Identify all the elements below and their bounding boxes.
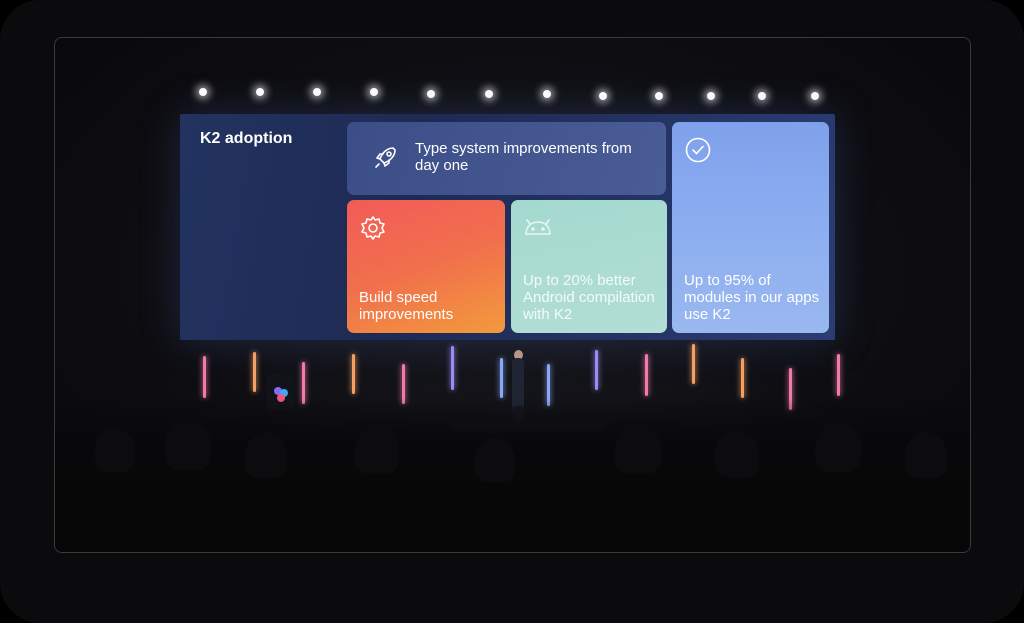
audience-head [815,422,861,472]
neon-bar [352,354,355,394]
card-android-text: Up to 20% better Android compilation wit… [523,272,655,323]
audience-head [95,428,135,472]
ceiling-light [707,92,715,100]
ceiling-light [370,88,378,96]
neon-bar [692,344,695,384]
gear-icon [359,214,387,247]
ceiling-light [655,92,663,100]
audience-head [715,430,759,478]
checkmark-circle-icon [684,136,712,169]
neon-bar [741,358,744,398]
audience [55,398,970,552]
card-android-compilation: Up to 20% better Android compilation wit… [511,200,667,333]
card-type-system: Type system improvements from day one [347,122,666,195]
neon-bar [500,358,503,398]
ceiling-light [485,90,493,98]
neon-bar [595,350,598,390]
audience-head [905,432,947,478]
android-icon [523,218,553,241]
ceiling-light [256,88,264,96]
neon-bar [837,354,840,396]
card-type-system-text: Type system improvements from day one [415,140,632,174]
audience-head [475,438,515,482]
ceiling-light [543,90,551,98]
audience-head [355,426,399,474]
projection-screen: K2 adoption Type system improvements fro… [180,114,835,340]
neon-bar [451,346,454,390]
card-build-speed-text: Build speed improvements [359,289,454,323]
photo-background: K2 adoption Type system improvements fro… [0,0,1024,623]
card-modules-k2: Up to 95% of modules in our apps use K2 [672,122,829,333]
neon-bar [645,354,648,396]
neon-bar [253,352,256,392]
rocket-icon [373,144,399,175]
audience-head [615,424,661,474]
ceiling-light [427,90,435,98]
ceiling-light [758,92,766,100]
ceiling-light [313,88,321,96]
ceiling-light [199,88,207,96]
ceiling-light [811,92,819,100]
photo-frame: K2 adoption Type system improvements fro… [54,37,971,553]
ceiling-light [599,92,607,100]
neon-bar [203,356,206,398]
audience-head [245,432,287,478]
card-modules-text: Up to 95% of modules in our apps use K2 [684,272,820,323]
slide-title: K2 adoption [200,130,293,147]
audience-head [165,420,211,470]
card-build-speed: Build speed improvements [347,200,505,333]
